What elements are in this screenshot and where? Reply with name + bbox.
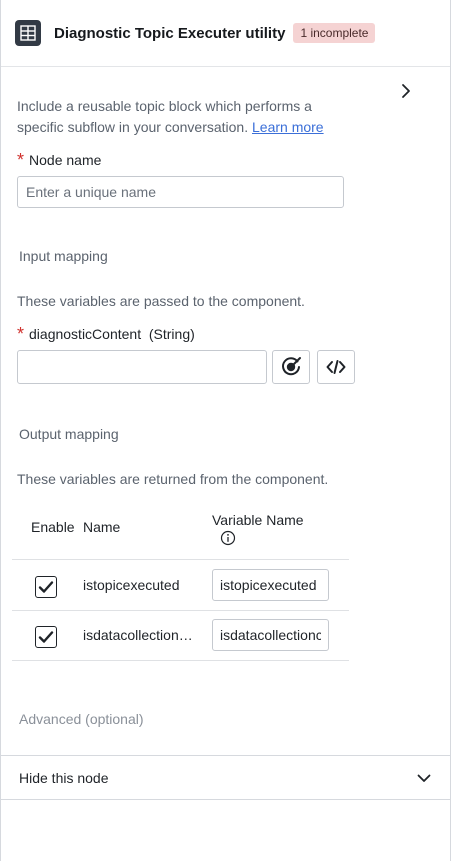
component-description: Include a reusable topic block which per… xyxy=(17,96,347,138)
input-mapping-description: These variables are passed to the compon… xyxy=(17,293,305,309)
hide-node-label: Hide this node xyxy=(19,769,109,786)
hide-node-row[interactable]: Hide this node xyxy=(1,755,450,800)
node-name-label: * Node name xyxy=(17,150,102,170)
row-2-enable-checkbox[interactable] xyxy=(35,626,57,648)
advanced-section-toggle[interactable]: Advanced (optional) xyxy=(19,711,144,727)
variable-picker-button[interactable] xyxy=(272,350,310,384)
output-mapping-title: Output mapping xyxy=(19,426,119,442)
node-name-input[interactable] xyxy=(17,176,344,208)
row-1-variable-input[interactable] xyxy=(212,569,329,601)
check-icon xyxy=(38,631,54,643)
page-title: Diagnostic Topic Executer utility xyxy=(54,24,286,42)
chevron-right-icon[interactable] xyxy=(397,82,415,100)
node-config-panel: Diagnostic Topic Executer utility 1 inco… xyxy=(0,0,451,861)
row-2-name: isdatacollectioncompleted xyxy=(83,627,195,643)
code-icon xyxy=(326,360,346,374)
required-asterisk: * xyxy=(17,324,25,344)
info-icon[interactable] xyxy=(220,530,236,551)
table-grid-icon xyxy=(15,20,41,46)
column-header-enable: Enable xyxy=(31,519,75,535)
check-icon xyxy=(38,581,54,593)
required-asterisk: * xyxy=(17,150,25,170)
row-1-enable-checkbox[interactable] xyxy=(35,576,57,598)
chevron-down-icon[interactable] xyxy=(416,770,432,786)
column-header-name: Name xyxy=(83,519,121,535)
row-1-name: istopicexecuted xyxy=(83,577,180,593)
table-divider xyxy=(12,559,349,560)
input-mapping-title: Input mapping xyxy=(19,248,108,264)
output-mapping-description: These variables are returned from the co… xyxy=(17,471,329,487)
table-divider xyxy=(12,610,349,611)
learn-more-link[interactable]: Learn more xyxy=(252,119,324,135)
diagnostic-content-input[interactable] xyxy=(17,350,267,384)
target-icon xyxy=(282,357,301,376)
code-editor-button[interactable] xyxy=(317,350,355,384)
table-divider xyxy=(12,660,349,661)
row-2-variable-input[interactable] xyxy=(212,619,329,651)
diagnostic-content-label: * diagnosticContent (String) xyxy=(17,324,195,344)
column-header-variable-name: Variable Name xyxy=(212,512,304,528)
panel-header: Diagnostic Topic Executer utility 1 inco… xyxy=(1,0,450,67)
status-badge: 1 incomplete xyxy=(293,23,376,43)
